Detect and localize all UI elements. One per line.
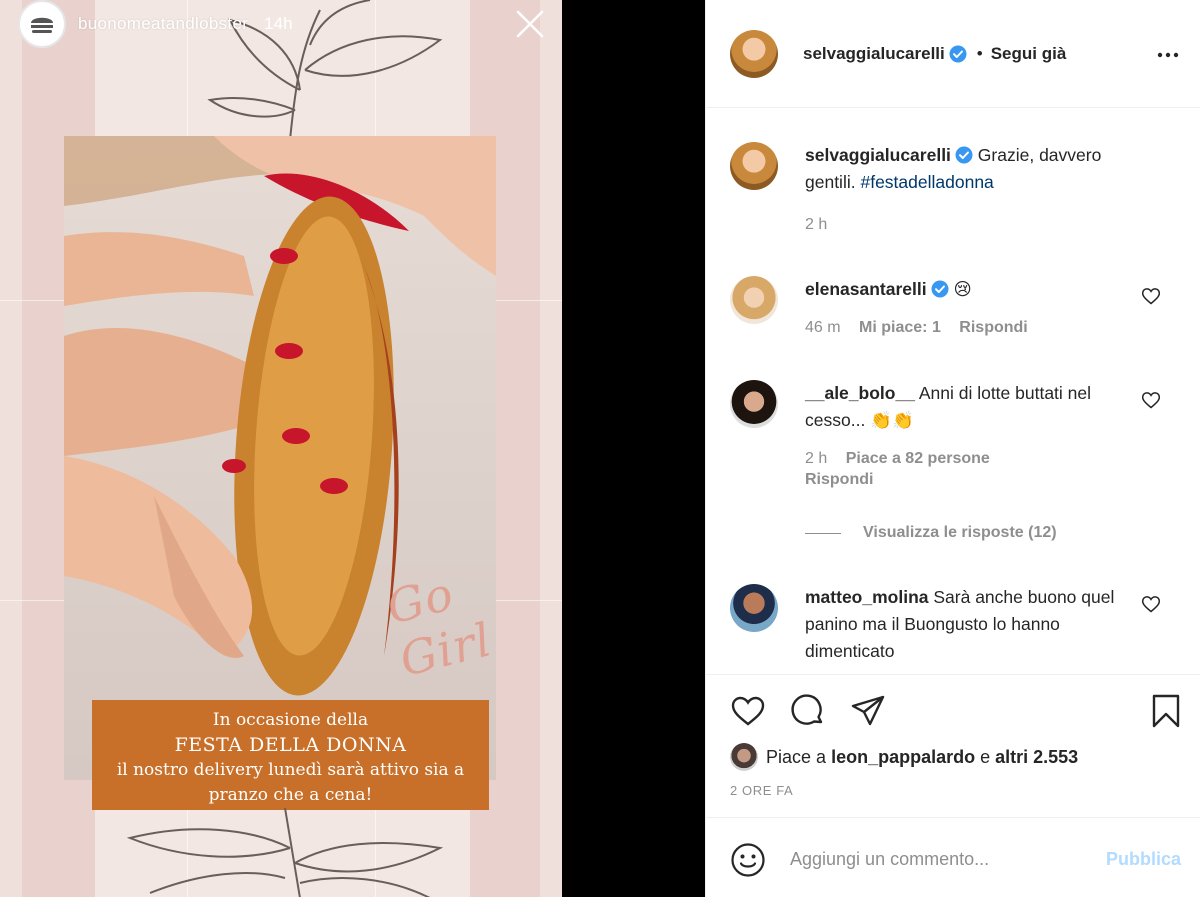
separator-dot: • bbox=[976, 43, 983, 63]
comment-time[interactable]: 46 m bbox=[805, 319, 841, 336]
close-icon[interactable] bbox=[512, 6, 548, 42]
post-actions: Piace a leon_pappalardo e altri 2.553 2 … bbox=[706, 674, 1200, 817]
caption-meta: 2 h bbox=[805, 214, 1145, 235]
story-photo bbox=[64, 136, 496, 780]
replies-divider bbox=[805, 532, 841, 534]
verified-icon bbox=[955, 146, 973, 164]
post-header: selvaggialucarelli • Segui già bbox=[706, 0, 1200, 108]
comments-list[interactable]: selvaggialucarelli Grazie, davvero genti… bbox=[706, 108, 1200, 674]
caption-time[interactable]: 2 h bbox=[805, 216, 827, 233]
story-header: buonomeatandlobster 14h bbox=[18, 0, 293, 48]
comment-time[interactable]: 2 h bbox=[805, 450, 827, 467]
verified-icon bbox=[949, 45, 967, 62]
like-comment-icon[interactable] bbox=[1141, 286, 1161, 306]
add-comment-bar: Pubblica bbox=[706, 817, 1200, 897]
commenter-username[interactable]: elenasantarelli bbox=[805, 279, 927, 299]
promo-banner: In occasione della FESTA DELLA DONNA il … bbox=[92, 700, 489, 810]
caption-body: selvaggialucarelli Grazie, davvero genti… bbox=[805, 142, 1145, 235]
commenter-avatar[interactable] bbox=[730, 584, 778, 632]
publish-button[interactable]: Pubblica bbox=[1106, 849, 1181, 870]
post-panel: selvaggialucarelli • Segui già selvaggia… bbox=[705, 0, 1200, 897]
promo-line: il nostro delivery lunedì sarà attivo si… bbox=[116, 760, 465, 780]
story-image-panel: Go Girl In occasione della FESTA DELLA D… bbox=[0, 0, 562, 897]
comment-likes[interactable]: Mi piace: 1 bbox=[859, 319, 941, 336]
bookmark-icon[interactable] bbox=[1148, 693, 1184, 729]
image-letterbox bbox=[562, 0, 705, 897]
comment-body: elenasantarelli 😢 46 m Mi piace: 1 Rispo… bbox=[805, 276, 1145, 338]
caption-avatar[interactable] bbox=[730, 142, 778, 190]
emoji-icon[interactable] bbox=[730, 842, 766, 878]
liker-avatar[interactable] bbox=[730, 743, 758, 771]
story-username[interactable]: buonomeatandlobster bbox=[78, 14, 248, 34]
promo-line: pranzo che a cena! bbox=[208, 785, 373, 805]
likes-count[interactable]: altri 2.553 bbox=[995, 747, 1078, 768]
commenter-username[interactable]: matteo_molina bbox=[805, 587, 929, 607]
following-button[interactable]: Segui già bbox=[991, 44, 1067, 64]
reply-button[interactable]: Rispondi bbox=[805, 471, 873, 488]
like-comment-icon[interactable] bbox=[1141, 390, 1161, 410]
comment-meta: 2 h Piace a 82 persone Rispondi bbox=[805, 448, 1145, 490]
like-comment-icon[interactable] bbox=[1141, 594, 1161, 614]
woman-eating-sandwich-illustration bbox=[64, 136, 496, 696]
instagram-post-view: Go Girl In occasione della FESTA DELLA D… bbox=[0, 0, 1200, 897]
likes-prefix: Piace a bbox=[766, 746, 827, 767]
commenter-avatar[interactable] bbox=[730, 380, 778, 428]
likes-summary: Piace a leon_pappalardo e altri 2.553 bbox=[730, 743, 1078, 771]
commenter-avatar[interactable] bbox=[730, 276, 778, 324]
view-replies-label: Visualizza le risposte (12) bbox=[863, 524, 1057, 541]
share-icon[interactable] bbox=[850, 693, 886, 729]
author-avatar[interactable] bbox=[730, 29, 778, 78]
story-time: 14h bbox=[264, 14, 293, 33]
story-avatar[interactable] bbox=[18, 0, 66, 48]
comment-body: matteo_molina Sarà anche buono quel pani… bbox=[805, 584, 1145, 665]
caption-username[interactable]: selvaggialucarelli bbox=[805, 145, 951, 165]
comment-body: __ale_bolo__ Anni di lotte buttati nel c… bbox=[805, 380, 1145, 490]
burger-logo-icon bbox=[31, 17, 53, 33]
comment-meta: 46 m Mi piace: 1 Rispondi bbox=[805, 317, 1145, 338]
verified-icon bbox=[931, 280, 949, 298]
reply-button[interactable]: Rispondi bbox=[959, 319, 1027, 336]
comment-text: 😢 bbox=[953, 279, 972, 299]
author-username[interactable]: selvaggialucarelli bbox=[803, 44, 945, 64]
liker-username[interactable]: leon_pappalardo bbox=[831, 747, 975, 768]
heart-icon[interactable] bbox=[730, 693, 766, 729]
comment-input[interactable] bbox=[790, 840, 1080, 878]
promo-line: FESTA DELLA DONNA bbox=[174, 734, 407, 756]
view-replies-button[interactable]: Visualizza le risposte (12) bbox=[805, 524, 1057, 542]
promo-line: In occasione della bbox=[212, 710, 369, 730]
likes-mid: e bbox=[980, 746, 991, 767]
post-time[interactable]: 2 ORE FA bbox=[730, 783, 793, 798]
commenter-username[interactable]: __ale_bolo__ bbox=[805, 383, 915, 403]
more-icon[interactable] bbox=[1156, 43, 1180, 67]
caption-hashtag[interactable]: #festadelladonna bbox=[860, 172, 993, 192]
leaf-decoration-bottom bbox=[126, 808, 444, 897]
comment-icon[interactable] bbox=[790, 693, 826, 729]
comment-likes[interactable]: Piace a 82 persone bbox=[846, 450, 990, 467]
